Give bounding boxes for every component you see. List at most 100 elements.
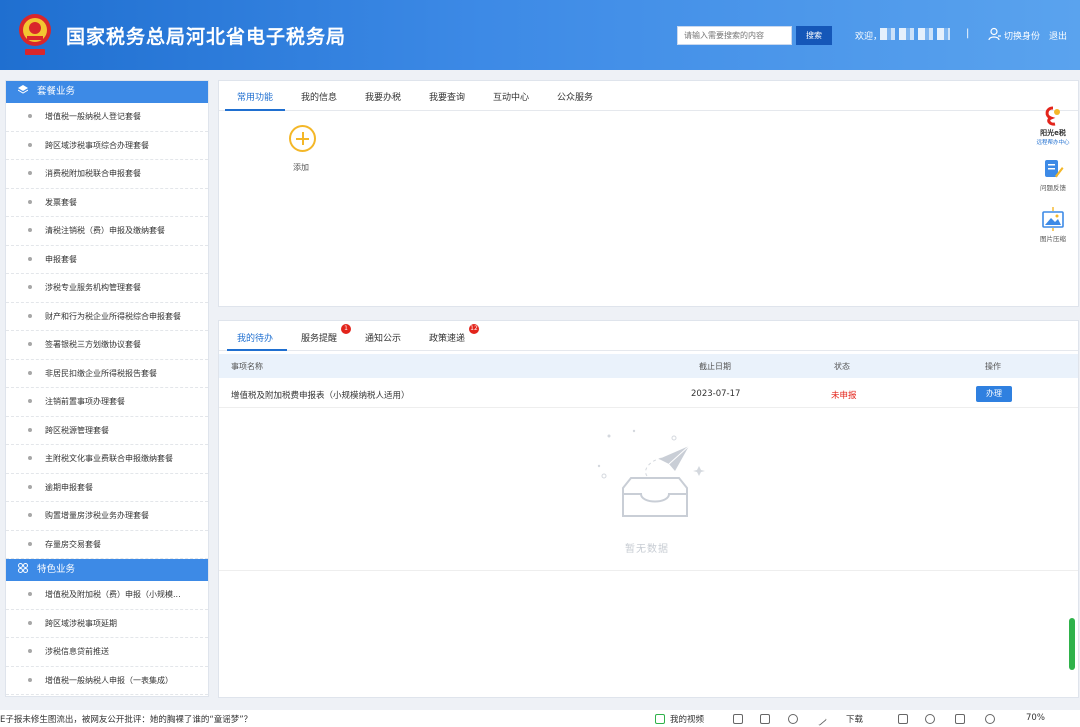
grid-icon xyxy=(18,563,28,573)
sidebar-item[interactable]: 增值税一般纳税人申报（一表集成） xyxy=(6,667,208,695)
sidebar-item-label: 跨区域涉税事项综合办理套餐 xyxy=(45,140,149,150)
sidebar-item-label: 逾期申报套餐 xyxy=(45,482,93,492)
sidebar-item[interactable]: 主附税文化事业费联合申报缴纳套餐 xyxy=(6,445,208,474)
scroll-indicator[interactable] xyxy=(1069,618,1075,670)
sidebar-item[interactable]: 涉税专业服务机构管理套餐 xyxy=(6,274,208,303)
browser-status-bar: E子报未修生图流出，被网友公开批评：她的胸裸了谁的“童谣梦”？ 我的视频 下载 … xyxy=(0,710,1080,727)
col-deadline-header: 截止日期 xyxy=(699,362,731,371)
empty-inbox-icon xyxy=(597,429,705,517)
sidebar-item[interactable]: 消费税附加税联合申报套餐 xyxy=(6,160,208,189)
image-compress-widget[interactable]: 图片压缩 xyxy=(1033,207,1073,243)
sidebar-item[interactable]: 发票套餐 xyxy=(6,189,208,217)
sidebar-item[interactable]: 注销前置事项办理套餐 xyxy=(6,388,208,417)
widget-title: 阳光e税 xyxy=(1040,129,1066,137)
search-button[interactable]: 搜索 xyxy=(796,26,832,45)
sidebar-item[interactable]: 存量房交易套餐 xyxy=(6,531,208,559)
sidebar-item[interactable]: 签署银税三方划缴协议套餐 xyxy=(6,331,208,360)
news-ticker[interactable]: E子报未修生图流出，被网友公开批评：她的胸裸了谁的“童谣梦”？ xyxy=(0,713,252,725)
sidebar-item[interactable]: 增值税及附加税（费）申报（小规模... xyxy=(6,581,208,610)
sidebar-item[interactable]: 购置增量房涉税业务办理套餐 xyxy=(6,502,208,531)
tax-emblem-icon xyxy=(19,14,51,55)
col-action-header: 操作 xyxy=(985,362,1001,371)
bullet-dot-icon xyxy=(28,677,32,682)
widget-label: 图片压缩 xyxy=(1040,235,1066,243)
brush-icon[interactable] xyxy=(812,711,828,727)
sound-icon[interactable] xyxy=(985,714,995,724)
tab-tax-handling[interactable]: 我要办税 xyxy=(365,90,401,103)
sidebar-item[interactable]: 非居民扣缴企业所得税报告套餐 xyxy=(6,360,208,388)
active-tab-underline xyxy=(225,109,285,111)
row-item-name: 增值税及附加税费申报表（小规模纳税人适用） xyxy=(231,391,410,401)
user-switch-icon[interactable] xyxy=(988,27,1002,41)
logout-link[interactable]: 退出 xyxy=(1049,29,1067,42)
widget-subtitle: 远程帮办中心 xyxy=(1036,140,1070,146)
table-header: 事项名称 截止日期 状态 操作 xyxy=(219,354,1078,378)
edit-document-icon xyxy=(1045,160,1064,178)
switch-identity-link[interactable]: 切换身份 xyxy=(1004,29,1040,42)
bullet-dot-icon xyxy=(28,199,32,204)
game-icon[interactable] xyxy=(788,714,798,724)
zoom-level[interactable]: 70% xyxy=(1026,713,1045,723)
bullet-dot-icon xyxy=(28,592,32,596)
bullet-dot-icon xyxy=(28,171,32,175)
download-link[interactable]: 下载 xyxy=(846,713,863,725)
sidebar-item-label: 涉税专业服务机构管理套餐 xyxy=(45,283,141,292)
sidebar-item[interactable]: 涉税信息贷前推送 xyxy=(6,638,208,667)
policy-badge: 12 xyxy=(469,324,479,334)
empty-state-text: 暂无数据 xyxy=(625,544,669,555)
sidebar-item-label: 主附税文化事业费联合申报缴纳套餐 xyxy=(45,454,173,463)
sidebar-item-label: 申报套餐 xyxy=(45,254,77,264)
play-video-icon[interactable] xyxy=(655,714,665,724)
sidebar-item[interactable]: 跨区域涉税事项延期 xyxy=(6,610,208,638)
sidebar-item-label: 非居民扣缴企业所得税报告套餐 xyxy=(45,368,157,378)
sidebar-item-label: 消费税附加税联合申报套餐 xyxy=(45,169,141,178)
sidebar-item[interactable]: 财产和行为税企业所得税综合申报套餐 xyxy=(6,303,208,331)
bullet-dot-icon xyxy=(28,370,32,375)
handle-button[interactable]: 办理 xyxy=(976,386,1012,402)
sidebar-section-featured[interactable]: 特色业务 xyxy=(6,559,208,581)
masked-username xyxy=(880,28,950,40)
tab-query[interactable]: 我要查询 xyxy=(429,90,465,103)
sidebar-section-package[interactable]: 套餐业务 xyxy=(6,81,208,103)
history-icon[interactable] xyxy=(925,714,935,724)
tab-my-info[interactable]: 我的信息 xyxy=(301,90,337,103)
sidebar-item-label: 涉税信息贷前推送 xyxy=(45,647,109,656)
remote-help-widget[interactable]: 阳光e税 远程帮办中心 xyxy=(1033,106,1073,146)
sidebar-item[interactable]: 跨区税源管理套餐 xyxy=(6,417,208,445)
col-status-header: 状态 xyxy=(834,362,850,371)
tab-policy[interactable]: 政策速递 xyxy=(429,331,465,344)
add-function-label[interactable]: 添加 xyxy=(293,162,309,173)
feedback-widget[interactable]: 问题反馈 xyxy=(1033,158,1073,192)
screenshot-icon[interactable] xyxy=(760,714,770,724)
print-icon[interactable] xyxy=(898,714,908,724)
sidebar-item-label: 清税注销税（费）申报及缴纳套餐 xyxy=(45,226,165,235)
add-function-icon[interactable] xyxy=(289,125,316,152)
site-title: 国家税务总局河北省电子税务局 xyxy=(66,26,347,48)
window-icon[interactable] xyxy=(955,714,965,724)
tab-interaction[interactable]: 互动中心 xyxy=(493,90,529,103)
sidebar-item-label: 跨区税源管理套餐 xyxy=(45,425,109,435)
divider xyxy=(219,570,1078,571)
sidebar-item-label: 注销前置事项办理套餐 xyxy=(45,397,125,406)
tab-common-functions[interactable]: 常用功能 xyxy=(237,90,273,103)
sidebar-item[interactable]: 申报套餐 xyxy=(6,246,208,274)
sidebar-item[interactable]: 清税注销税（费）申报及缴纳套餐 xyxy=(6,217,208,246)
my-video-link[interactable]: 我的视频 xyxy=(670,713,704,725)
tab-my-todo[interactable]: 我的待办 xyxy=(237,331,273,344)
sidebar-item[interactable]: 增值税一般纳税人登记套餐 xyxy=(6,103,208,132)
shield-icon[interactable] xyxy=(733,714,743,724)
row-status: 未申报 xyxy=(831,391,857,401)
tab-public-service[interactable]: 公众服务 xyxy=(557,90,593,103)
tab-notice[interactable]: 通知公示 xyxy=(365,331,401,344)
sidebar-item-label: 发票套餐 xyxy=(45,197,77,207)
bullet-dot-icon xyxy=(28,342,32,346)
sidebar-item[interactable]: 跨区域涉税事项综合办理套餐 xyxy=(6,132,208,160)
tab-service-reminder[interactable]: 服务提醒 xyxy=(301,331,337,344)
search-input[interactable] xyxy=(677,26,792,45)
top-tabs: 常用功能 我的信息 我要办税 我要查询 互动中心 公众服务 xyxy=(219,81,1078,111)
sidebar-section-label: 套餐业务 xyxy=(37,86,76,97)
bullet-dot-icon xyxy=(28,142,32,147)
site-header: 国家税务总局河北省电子税务局 搜索 欢迎， | 切换身份 退出 xyxy=(0,0,1080,70)
bullet-dot-icon xyxy=(28,399,32,403)
sidebar-item[interactable]: 逾期申报套餐 xyxy=(6,474,208,502)
